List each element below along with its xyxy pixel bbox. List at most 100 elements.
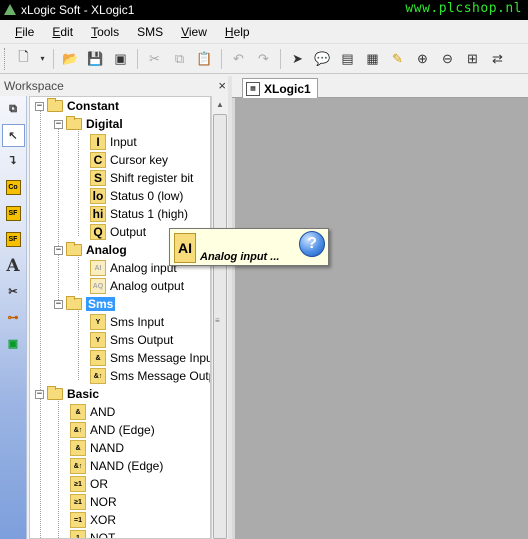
print-icon[interactable]: ▤ xyxy=(337,48,359,70)
connector-tool-icon[interactable]: ⮧ xyxy=(2,150,25,173)
nor-block-icon: ≥1 xyxy=(70,494,86,510)
tree-item-sms-output[interactable]: Y Sms Output xyxy=(90,331,173,349)
undo-icon[interactable]: ↶ xyxy=(228,48,250,70)
tree-item-status-high[interactable]: hi Status 1 (high) xyxy=(90,205,188,223)
tree-node-analog[interactable]: − Analog xyxy=(54,241,127,259)
cut-icon[interactable]: ✂ xyxy=(144,48,166,70)
tree-label: Cursor key xyxy=(110,153,169,167)
text-tool-icon[interactable]: A xyxy=(2,254,25,277)
sms-input-block-icon: Y xyxy=(90,314,106,330)
grid-icon[interactable]: ⊞ xyxy=(462,48,484,70)
network-tool-icon[interactable]: ⊶ xyxy=(2,306,25,329)
new-file-icon[interactable]: 🗋 xyxy=(13,48,35,70)
tree-item-xor[interactable]: =1 XOR xyxy=(70,511,116,529)
transfer-icon[interactable]: ⇄ xyxy=(487,48,509,70)
scroll-up-arrow-icon[interactable]: ▲ xyxy=(212,96,228,113)
document-tab-bar: ▦ XLogic1 xyxy=(232,76,528,99)
tree-label: Analog input xyxy=(110,261,177,275)
tree-item-nand[interactable]: & NAND xyxy=(70,439,124,457)
simulate-icon[interactable]: ▦ xyxy=(362,48,384,70)
collapse-toggle[interactable]: − xyxy=(54,245,63,255)
special-function-tool-2-icon[interactable]: SF xyxy=(2,228,25,251)
save-all-icon[interactable]: ▣ xyxy=(110,48,132,70)
tree-node-digital[interactable]: − Digital xyxy=(54,115,123,133)
menu-view[interactable]: View xyxy=(172,25,216,39)
menu-tools[interactable]: Tools xyxy=(82,25,128,39)
module-tool-icon[interactable]: ▣ xyxy=(2,332,25,355)
workspace-title: Workspace xyxy=(4,79,64,93)
tree-item-shift-register-bit[interactable]: S Shift register bit xyxy=(90,169,193,187)
tree-label: Sms Output xyxy=(110,333,174,347)
tree-item-sms-input[interactable]: Y Sms Input xyxy=(90,313,164,331)
tree-label: Digital xyxy=(86,117,123,131)
special-function-tool-icon[interactable]: SF xyxy=(2,202,25,225)
analog-input-block-icon: AI xyxy=(90,260,106,276)
block-tooltip: AI Analog input ... ? xyxy=(169,228,329,266)
tree-item-not[interactable]: 1 NOT xyxy=(70,529,115,538)
sms-message-output-block-icon: &↑ xyxy=(90,368,106,384)
main-toolbar: 🗋 ▾ 📂 💾 ▣ ✂ ⧉ 📋 ↶ ↷ ➤ 💬 ▤ ▦ ✎ ⊕ ⊖ ⊞ ⇄ xyxy=(0,44,528,74)
tree-item-output[interactable]: Q Output xyxy=(90,223,146,241)
menu-file[interactable]: File xyxy=(6,25,43,39)
scrollbar-thumb[interactable] xyxy=(213,114,227,539)
zoom-in-icon[interactable]: ⊕ xyxy=(412,48,434,70)
save-icon[interactable]: 💾 xyxy=(85,48,107,70)
new-dropdown-icon[interactable]: ▾ xyxy=(38,48,48,70)
help-icon[interactable]: ? xyxy=(299,231,325,257)
output-block-icon: Q xyxy=(90,224,106,240)
tree-item-status-low[interactable]: lo Status 0 (low) xyxy=(90,187,183,205)
connect-icon[interactable]: ➤ xyxy=(287,48,309,70)
tree-item-nand-edge[interactable]: &↑ NAND (Edge) xyxy=(70,457,163,475)
menu-sms[interactable]: SMS xyxy=(128,25,172,39)
zoom-out-icon[interactable]: ⊖ xyxy=(437,48,459,70)
tree-item-nor[interactable]: ≥1 NOR xyxy=(70,493,117,511)
constant-tool-icon[interactable]: Co xyxy=(2,176,25,199)
menu-help[interactable]: Help xyxy=(216,25,259,39)
pointer-tool-icon[interactable]: ↖ xyxy=(1,124,25,147)
tree-item-input[interactable]: I Input xyxy=(90,133,137,151)
xor-block-icon: =1 xyxy=(70,512,86,528)
tree-label-selected: Sms xyxy=(86,297,116,311)
analog-output-block-icon: AQ xyxy=(90,278,106,294)
copy-icon[interactable]: ⧉ xyxy=(169,48,191,70)
paste-icon[interactable]: 📋 xyxy=(194,48,216,70)
tree-label: Analog xyxy=(86,243,127,257)
analog-input-block-icon: AI xyxy=(174,233,196,263)
diagram-canvas[interactable] xyxy=(232,98,528,539)
folder-open-icon xyxy=(66,296,82,310)
comment-icon[interactable]: 💬 xyxy=(312,48,334,70)
edit-pencil-icon[interactable]: ✎ xyxy=(387,48,409,70)
tree-item-or[interactable]: ≥1 OR xyxy=(70,475,108,493)
collapse-toggle[interactable]: − xyxy=(35,389,44,399)
tree-scrollbar[interactable]: ▲ ≡ xyxy=(211,96,228,539)
tree-item-sms-message-input[interactable]: & Sms Message Input xyxy=(90,349,210,367)
tree-item-and[interactable]: & AND xyxy=(70,403,115,421)
menu-edit[interactable]: Edit xyxy=(43,25,82,39)
scissors-tool-icon[interactable]: ✂ xyxy=(2,280,25,303)
tree-label: Constant xyxy=(67,99,119,113)
shift-register-block-icon: S xyxy=(90,170,106,186)
window-title: xLogic Soft - XLogic1 xyxy=(21,3,135,17)
collapse-toggle[interactable]: − xyxy=(54,119,63,129)
toolbar-grip[interactable] xyxy=(4,47,7,70)
tree-item-analog-input[interactable]: AI Analog input xyxy=(90,259,177,277)
tree-label: NOR xyxy=(90,495,117,509)
redo-icon[interactable]: ↷ xyxy=(253,48,275,70)
not-block-icon: 1 xyxy=(70,530,86,538)
tree-item-and-edge[interactable]: &↑ AND (Edge) xyxy=(70,421,155,439)
tree-line xyxy=(78,254,79,290)
tree-label: Status 1 (high) xyxy=(110,207,189,221)
tree-node-constant[interactable]: − Constant xyxy=(35,97,119,115)
menu-bar: File Edit Tools SMS View Help xyxy=(0,20,528,44)
tree-node-basic[interactable]: − Basic xyxy=(35,385,99,403)
tree-item-analog-output[interactable]: AQ Analog output xyxy=(90,277,184,295)
collapse-toggle[interactable]: − xyxy=(35,101,44,111)
close-icon[interactable]: × xyxy=(218,78,226,93)
open-folder-icon[interactable]: 📂 xyxy=(60,48,82,70)
tree-node-sms[interactable]: − Sms xyxy=(54,295,116,313)
tree-item-cursor-key[interactable]: C Cursor key xyxy=(90,151,168,169)
collapse-toggle[interactable]: − xyxy=(54,299,63,309)
tree-item-sms-message-output[interactable]: &↑ Sms Message Outp xyxy=(90,367,210,385)
tab-xlogic1[interactable]: ▦ XLogic1 xyxy=(242,78,318,99)
copy-block-icon[interactable]: ⧉ xyxy=(2,98,25,121)
